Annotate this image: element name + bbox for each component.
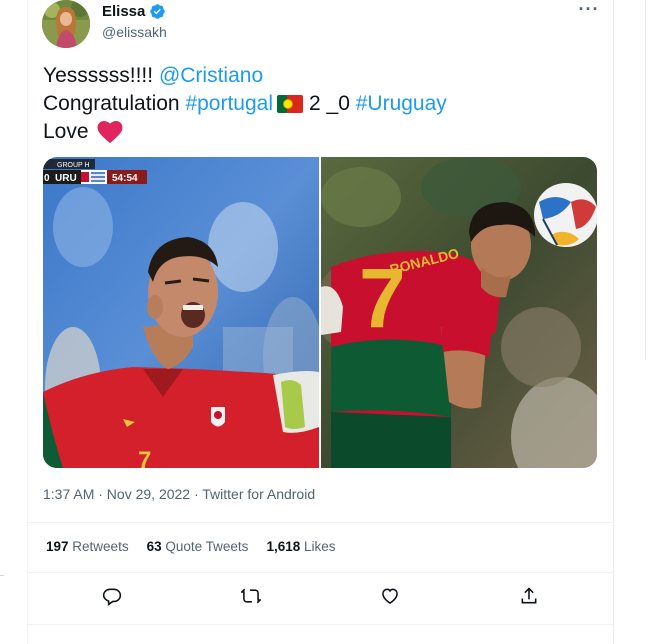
retweets-stat[interactable]: 197 Retweets	[46, 539, 129, 554]
hashtag-portugal[interactable]: #portugal	[185, 90, 273, 118]
tweet-line-2: Congratulation #portugal 2 _0 #Uruguay	[43, 90, 603, 118]
tweet-line-1: Yessssss!!!! @Cristiano	[43, 62, 603, 90]
likes-count: 1,618	[266, 539, 301, 554]
avatar[interactable]	[42, 0, 90, 48]
ronaldo-celebration-photo: 7 GROUP H 0 URU 54:54	[43, 157, 319, 468]
quote-tweets-stat[interactable]: 63 Quote Tweets	[147, 539, 249, 554]
red-heart-icon	[97, 120, 123, 144]
author-display-name[interactable]: Elissa	[102, 3, 145, 20]
tweet-media[interactable]: 7 GROUP H 0 URU 54:54 7 RONALDO	[43, 157, 597, 468]
tweet-text-exclaim: Yessssss!!!!	[43, 64, 159, 87]
author-handle[interactable]: @elissakh	[102, 24, 167, 40]
tweet-actions-bar	[28, 578, 613, 614]
divider	[28, 624, 613, 625]
sidebar-edge	[645, 0, 646, 360]
divider	[28, 522, 613, 523]
reply-button[interactable]	[100, 584, 124, 608]
divider	[28, 572, 613, 573]
tweet-text-love: Love	[43, 120, 89, 143]
column-divider-left	[27, 0, 28, 644]
ronaldo-header-photo: 7 RONALDO	[321, 157, 597, 468]
author-name-row[interactable]: Elissa	[102, 3, 166, 20]
portugal-flag-icon	[277, 95, 303, 113]
likes-stat[interactable]: 1,618 Likes	[266, 539, 335, 554]
media-photo-left[interactable]: 7 GROUP H 0 URU 54:54	[43, 157, 319, 468]
share-button[interactable]	[517, 584, 541, 608]
scoreboard-clock: 54:54	[112, 173, 138, 184]
scoreboard-team: URU	[55, 173, 77, 184]
quotes-label: Quote Tweets	[165, 539, 249, 554]
hashtag-uruguay[interactable]: #Uruguay	[356, 90, 447, 118]
scoreboard-group: GROUP H	[57, 162, 90, 169]
tweet-line-3: Love	[43, 118, 603, 146]
tweet-timestamp[interactable]: 1:37 AM · Nov 29, 2022 · Twitter for And…	[43, 486, 315, 502]
share-icon	[521, 587, 537, 604]
tweet-page: Elissa @elissakh ··· Yessssss!!!! @Crist…	[0, 0, 650, 644]
column-divider-right	[613, 0, 614, 644]
mention-link[interactable]: @Cristiano	[159, 62, 263, 90]
reply-icon	[102, 588, 122, 606]
avatar-photo	[42, 0, 90, 48]
like-button[interactable]	[378, 584, 402, 608]
quotes-count: 63	[146, 539, 162, 554]
edge-tick	[0, 575, 4, 576]
scoreboard-left-digit: 0	[44, 173, 50, 184]
tweet-body: Yessssss!!!! @Cristiano Congratulation #…	[43, 62, 603, 146]
tweet-text-score: 2 _0	[309, 92, 356, 115]
retweet-button[interactable]	[239, 584, 263, 608]
engagement-stats: 197 Retweets 63 Quote Tweets 1,618 Likes	[46, 539, 336, 554]
retweets-count: 197	[46, 539, 69, 554]
verified-badge-icon	[150, 4, 166, 19]
more-options-icon[interactable]: ···	[578, 0, 600, 22]
retweet-icon	[241, 588, 261, 604]
like-icon	[382, 588, 398, 605]
tweet-text-congrats: Congratulation	[43, 92, 186, 115]
left-jersey-number: 7	[138, 447, 151, 468]
likes-label: Likes	[304, 539, 336, 554]
retweets-label: Retweets	[72, 539, 129, 554]
media-photo-right[interactable]: 7 RONALDO	[321, 157, 597, 468]
